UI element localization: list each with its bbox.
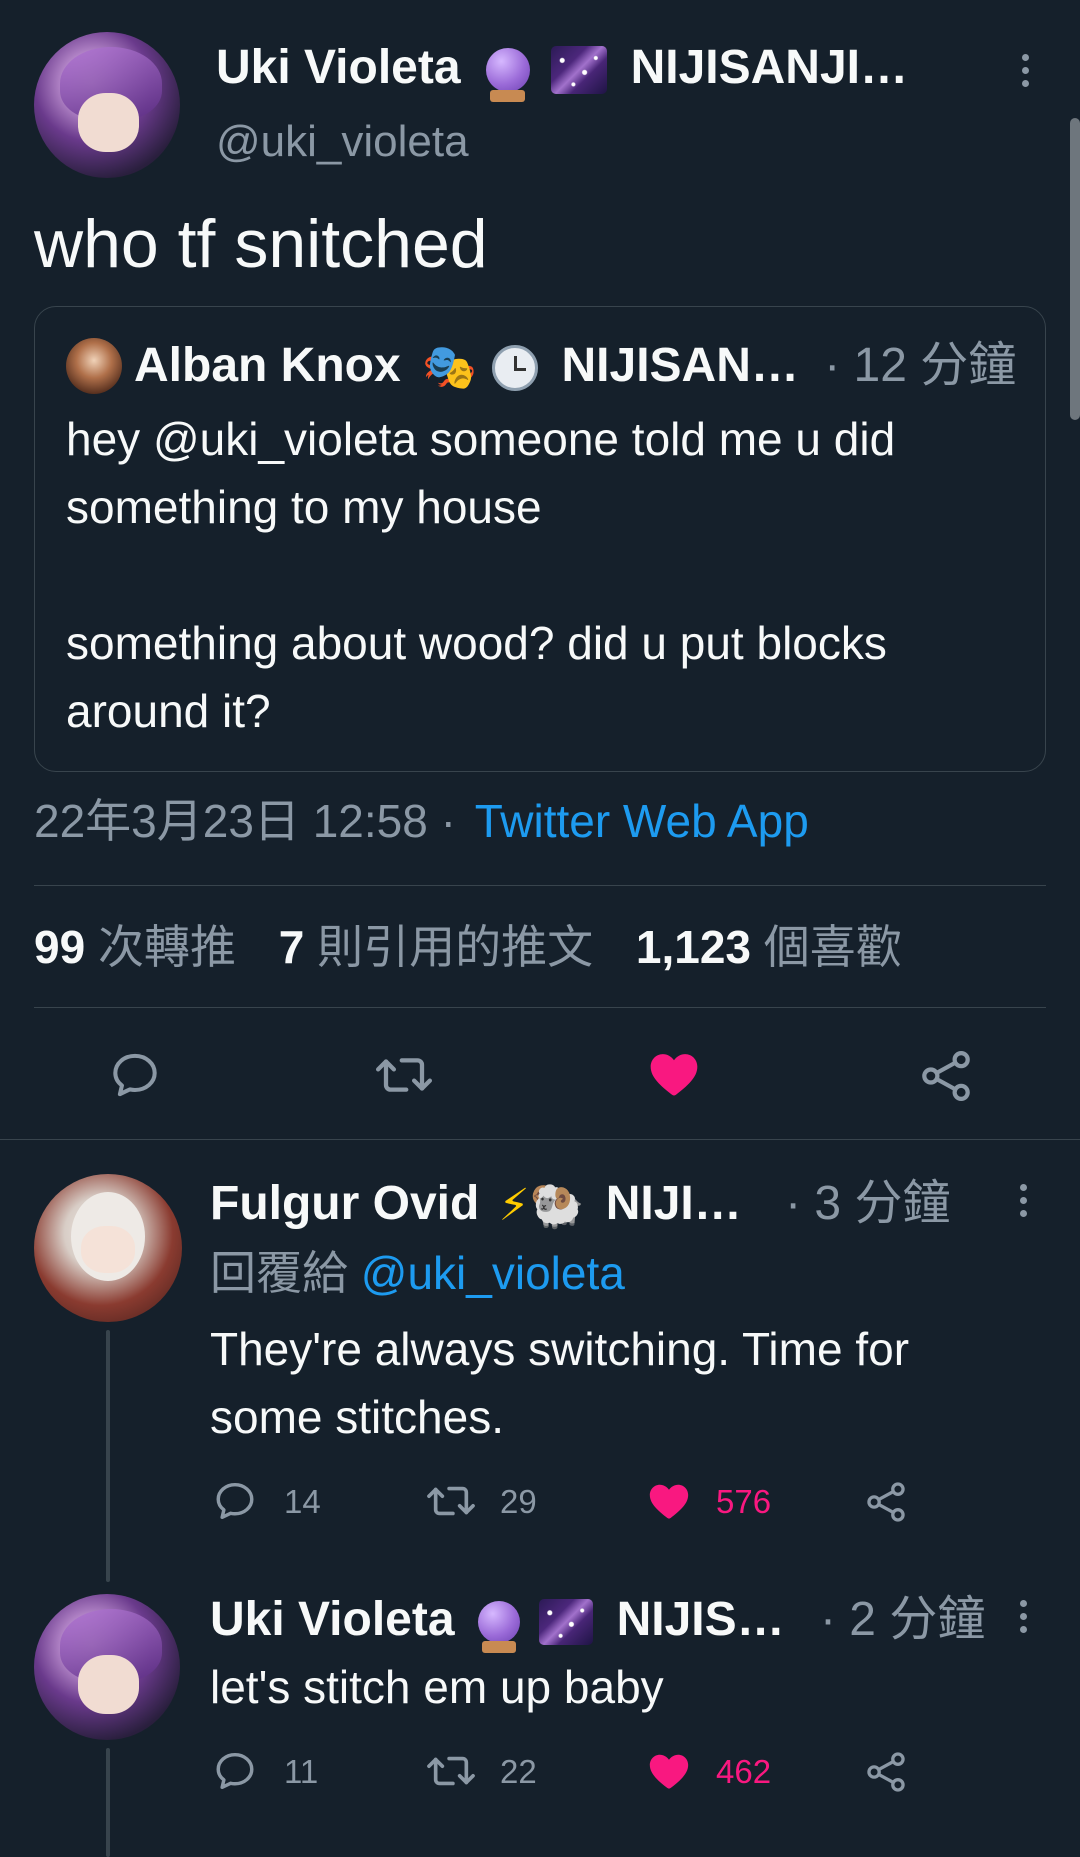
share-icon[interactable] bbox=[864, 1750, 908, 1794]
clock-icon bbox=[492, 345, 539, 392]
divider bbox=[34, 1007, 1046, 1008]
reply-author-name[interactable]: Fulgur Ovid bbox=[210, 1177, 479, 1230]
like-count: 462 bbox=[716, 1753, 772, 1790]
retweet-icon[interactable] bbox=[426, 1478, 476, 1524]
quoted-text-line-1: hey @uki_violeta someone told me u did bbox=[66, 413, 896, 465]
reply-context: 回覆給 @uki_violeta bbox=[210, 1244, 625, 1302]
retweet-count: 22 bbox=[500, 1753, 537, 1790]
divider bbox=[34, 885, 1046, 886]
reply-time[interactable]: · 3 分鐘 bbox=[785, 1177, 950, 1230]
quoted-avatar bbox=[66, 338, 122, 394]
reply-icon[interactable] bbox=[212, 1478, 258, 1524]
quoted-time: · 12 分鐘 bbox=[824, 339, 1017, 392]
likes-count: 1,123 bbox=[635, 921, 752, 973]
share-icon[interactable] bbox=[918, 1048, 974, 1104]
reply-author-suffix: NIJI… bbox=[605, 1177, 742, 1230]
tweet-meta: 22年3月23日 12:58 · Twitter Web App bbox=[34, 792, 809, 850]
avatar[interactable] bbox=[34, 32, 180, 178]
avatar[interactable] bbox=[34, 1174, 182, 1322]
like-icon[interactable] bbox=[646, 1478, 692, 1524]
quotes-stat[interactable]: 7 則引用的推文 bbox=[279, 921, 606, 973]
share-icon[interactable] bbox=[864, 1480, 908, 1524]
author-suffix: NIJISANJI… bbox=[630, 41, 908, 94]
avatar[interactable] bbox=[34, 1594, 180, 1740]
reply-header: Uki Violeta NIJIS… · 2 分鐘 bbox=[210, 1590, 985, 1653]
reply-icon[interactable] bbox=[108, 1048, 162, 1102]
performing-arts-icon: 🎭 bbox=[422, 343, 477, 393]
reply-count: 14 bbox=[284, 1483, 321, 1520]
likes-stat[interactable]: 1,123 個喜歡 bbox=[636, 921, 902, 973]
crystal-ball-icon bbox=[485, 48, 530, 102]
section-divider bbox=[0, 1139, 1080, 1140]
milky-way-icon bbox=[539, 1599, 594, 1646]
more-options-icon[interactable] bbox=[1020, 1600, 1028, 1639]
like-icon[interactable] bbox=[646, 1046, 702, 1102]
quoted-author-suffix: NIJISAN… bbox=[561, 339, 799, 392]
high-voltage-icon: ⚡ bbox=[498, 1181, 530, 1231]
reply-icon[interactable] bbox=[212, 1748, 258, 1794]
quoted-text-line-4: around it? bbox=[66, 685, 271, 737]
milky-way-icon bbox=[551, 46, 608, 95]
author-name-row[interactable]: Uki Violeta NIJISANJI… bbox=[216, 38, 908, 102]
source-link[interactable]: Twitter Web App bbox=[475, 795, 809, 847]
retweets-stat[interactable]: 99 次轉推 bbox=[34, 921, 249, 973]
reply-count: 11 bbox=[284, 1753, 319, 1790]
retweet-icon[interactable] bbox=[374, 1048, 434, 1102]
reply-time[interactable]: · 2 分鐘 bbox=[820, 1593, 985, 1646]
reply-prefix: 回覆給 bbox=[210, 1247, 348, 1299]
like-count: 576 bbox=[716, 1483, 772, 1520]
likes-label: 個喜歡 bbox=[763, 921, 902, 973]
reply-header: Fulgur Ovid ⚡🐏 NIJI… · 3 分鐘 bbox=[210, 1174, 950, 1236]
reply-text-line-2: some stitches. bbox=[210, 1391, 504, 1443]
quoted-author-name: Alban Knox bbox=[134, 339, 401, 392]
timestamp[interactable]: 22年3月23日 12:58 · bbox=[34, 795, 456, 847]
reply-author-name[interactable]: Uki Violeta bbox=[210, 1593, 455, 1646]
tweet-stats: 99 次轉推 7 則引用的推文 1,123 個喜歡 bbox=[34, 918, 902, 976]
author-handle[interactable]: @uki_violeta bbox=[216, 114, 469, 170]
quotes-label: 則引用的推文 bbox=[317, 921, 594, 973]
scrollbar[interactable] bbox=[1070, 118, 1080, 420]
reply-author-suffix: NIJIS… bbox=[616, 1593, 785, 1646]
more-options-icon[interactable] bbox=[1020, 1184, 1028, 1223]
retweet-count: 29 bbox=[500, 1483, 537, 1520]
like-icon[interactable] bbox=[646, 1748, 692, 1794]
thread-line bbox=[106, 1330, 110, 1582]
tweet-text: who tf snitched bbox=[34, 206, 488, 282]
quoted-header: Alban Knox 🎭 NIJISAN… · 12 分鐘 bbox=[134, 336, 1016, 398]
author-name: Uki Violeta bbox=[216, 41, 461, 94]
quoted-text-line-3: something about wood? did u put blocks bbox=[66, 617, 887, 669]
more-options-icon[interactable] bbox=[1022, 54, 1030, 93]
ram-icon: 🐏 bbox=[529, 1181, 585, 1231]
retweets-count: 99 bbox=[34, 921, 86, 973]
reply-mention[interactable]: @uki_violeta bbox=[361, 1247, 625, 1299]
retweets-label: 次轉推 bbox=[97, 921, 236, 973]
quoted-text-line-2: something to my house bbox=[66, 481, 542, 533]
reply-text-line-1: let's stitch em up baby bbox=[210, 1661, 664, 1713]
thread-line bbox=[106, 1748, 110, 1857]
quotes-count: 7 bbox=[278, 921, 305, 973]
reply-text-line-1: They're always switching. Time for bbox=[210, 1323, 910, 1375]
crystal-ball-icon bbox=[477, 1601, 520, 1653]
retweet-icon[interactable] bbox=[426, 1748, 476, 1794]
